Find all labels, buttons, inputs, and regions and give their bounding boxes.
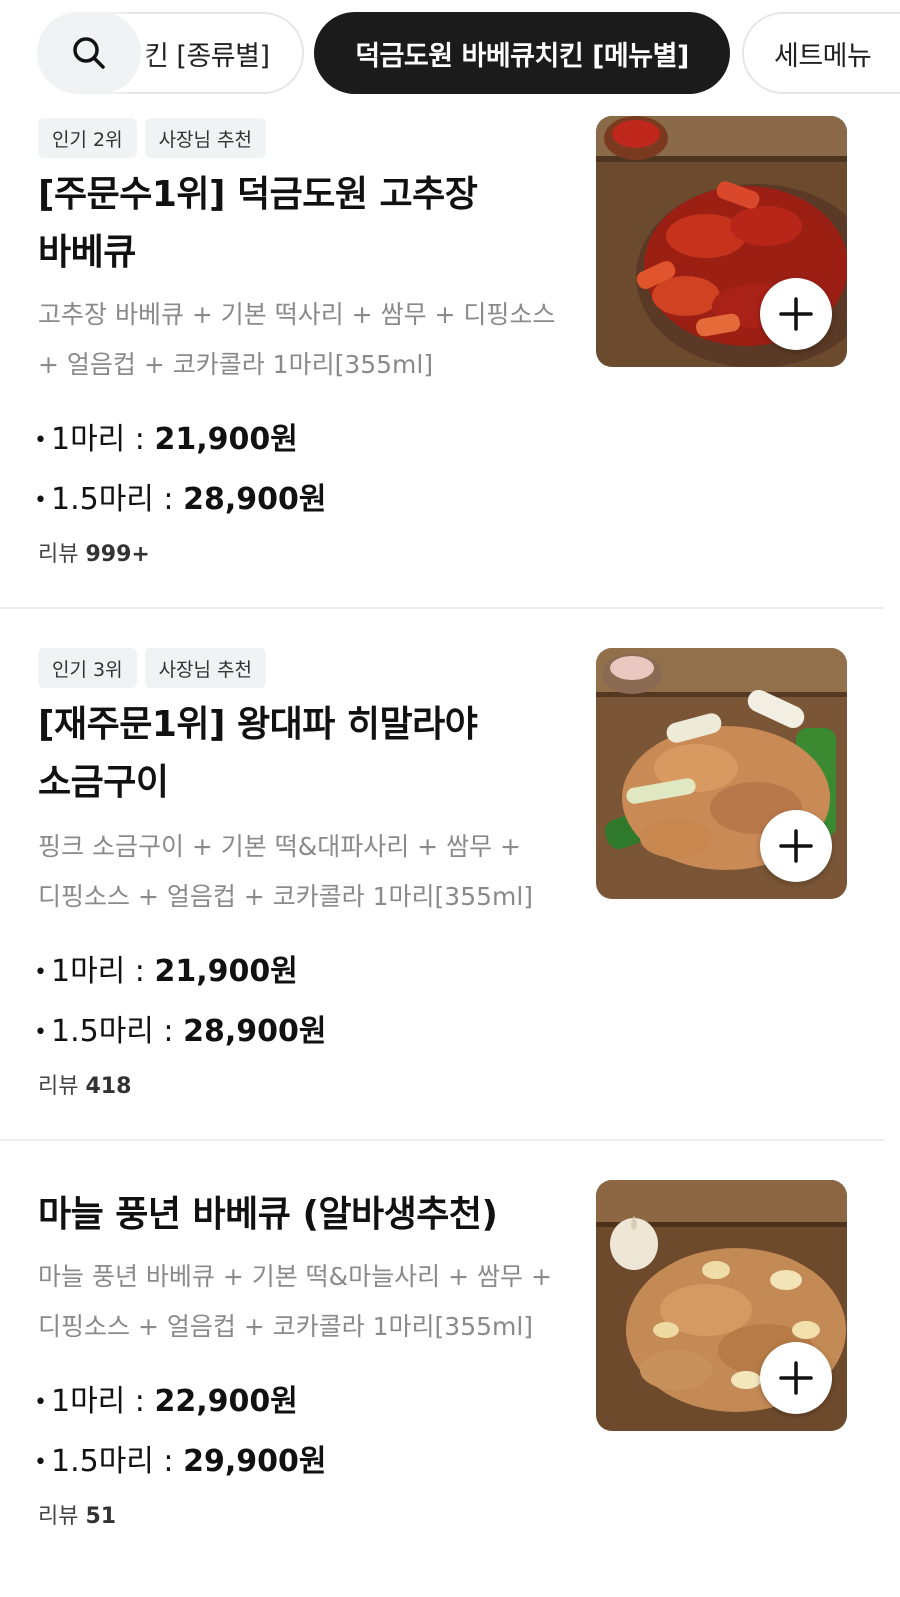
review-label: 리뷰 [38, 1504, 86, 1529]
menu-title: [주문수1위] 덕금도원 고추장 바베큐 [38, 166, 568, 282]
price-label: 1.5마리 : [50, 1444, 184, 1479]
price-label: 1마리 : [50, 954, 155, 989]
owner-pick-badge: 사장님 추천 [144, 118, 267, 158]
tab-label: 킨 [종류별] [144, 40, 270, 72]
price-amount: 29,900원 [183, 1444, 327, 1479]
price-option: • 1마리 : 21,900원 [34, 954, 298, 989]
menu-title-line: 바베큐 [38, 232, 136, 273]
menu-description: 고추장 바베큐 + 기본 떡사리 + 쌈무 + 디핑소스 + 얼음컵 + 코카콜… [38, 300, 556, 379]
price-option: • 1.5마리 : 28,900원 [34, 1014, 327, 1049]
add-to-cart-button[interactable] [760, 810, 832, 882]
menu-title-line: [재주문1위] 왕대파 히말라야 [38, 704, 478, 745]
menu-item[interactable]: 인기 2위 사장님 추천 [주문수1위] 덕금도원 고추장 바베큐 고추장 바베… [0, 108, 884, 608]
price-label: 1.5마리 : [50, 1014, 184, 1049]
menu-description: 핑크 소금구이 + 기본 떡&대파사리 + 쌈무 + 디핑소스 + 얼음컵 + … [38, 832, 534, 911]
menu-title-line: [주문수1위] 덕금도원 고추장 [38, 174, 478, 215]
price-label: 1마리 : [50, 422, 155, 457]
divider [0, 1139, 884, 1141]
tab-label: 덕금도원 바베큐치킨 [메뉴별] [355, 40, 689, 72]
search-icon [73, 37, 105, 69]
rank-badge: 인기 3위 [38, 648, 137, 688]
category-tab-bar: 킨 [종류별] 덕금도원 바베큐치킨 [메뉴별] 세트메뉴 [0, 0, 900, 108]
badge-list: 인기 3위 사장님 추천 [38, 648, 267, 688]
review-count: 리뷰 999+ [38, 536, 150, 568]
menu-item[interactable]: 인기 3위 사장님 추천 [재주문1위] 왕대파 히말라야 소금구이 핑크 소금… [0, 640, 884, 1140]
menu-title-line: 마늘 풍년 바베큐 (알바생추천) [38, 1194, 498, 1235]
menu-title-line: 소금구이 [38, 762, 169, 803]
plus-icon [779, 829, 813, 863]
add-to-cart-button[interactable] [760, 1342, 832, 1414]
plus-icon [779, 1361, 813, 1395]
menu-item[interactable]: 마늘 풍년 바베큐 (알바생추천) 마늘 풍년 바베큐 + 기본 떡&마늘사리 … [0, 1172, 884, 1592]
owner-pick-badge: 사장님 추천 [144, 648, 267, 688]
search-button[interactable] [37, 12, 141, 94]
review-count: 리뷰 418 [38, 1068, 131, 1100]
price-label: 1.5마리 : [50, 482, 184, 517]
price-option: • 1마리 : 22,900원 [34, 1384, 298, 1419]
tab-set-menu[interactable]: 세트메뉴 [742, 12, 900, 94]
tab-barbecue-by-menu[interactable]: 덕금도원 바베큐치킨 [메뉴별] [314, 12, 730, 94]
price-amount: 28,900원 [183, 482, 327, 517]
review-count-value: 51 [85, 1504, 117, 1529]
menu-title: [재주문1위] 왕대파 히말라야 소금구이 [38, 696, 568, 812]
price-amount: 21,900원 [154, 954, 298, 989]
price-amount: 21,900원 [154, 422, 298, 457]
plus-icon [779, 297, 813, 331]
price-amount: 22,900원 [154, 1384, 298, 1419]
menu-description: 마늘 풍년 바베큐 + 기본 떡&마늘사리 + 쌈무 + 디핑소스 + 얼음컵 … [38, 1262, 552, 1341]
review-count-value: 999+ [85, 542, 150, 567]
tab-label: 세트메뉴 [774, 40, 872, 72]
price-amount: 28,900원 [183, 1014, 327, 1049]
price-label: 1마리 : [50, 1384, 155, 1419]
review-label: 리뷰 [38, 542, 86, 567]
divider [0, 607, 884, 609]
badge-list: 인기 2위 사장님 추천 [38, 118, 267, 158]
price-option: • 1마리 : 21,900원 [34, 422, 298, 457]
price-option: • 1.5마리 : 28,900원 [34, 482, 327, 517]
review-count: 리뷰 51 [38, 1498, 116, 1530]
menu-title: 마늘 풍년 바베큐 (알바생추천) [38, 1186, 568, 1244]
rank-badge: 인기 2위 [38, 118, 137, 158]
price-option: • 1.5마리 : 29,900원 [34, 1444, 327, 1479]
review-label: 리뷰 [38, 1074, 86, 1099]
add-to-cart-button[interactable] [760, 278, 832, 350]
review-count-value: 418 [85, 1074, 132, 1099]
